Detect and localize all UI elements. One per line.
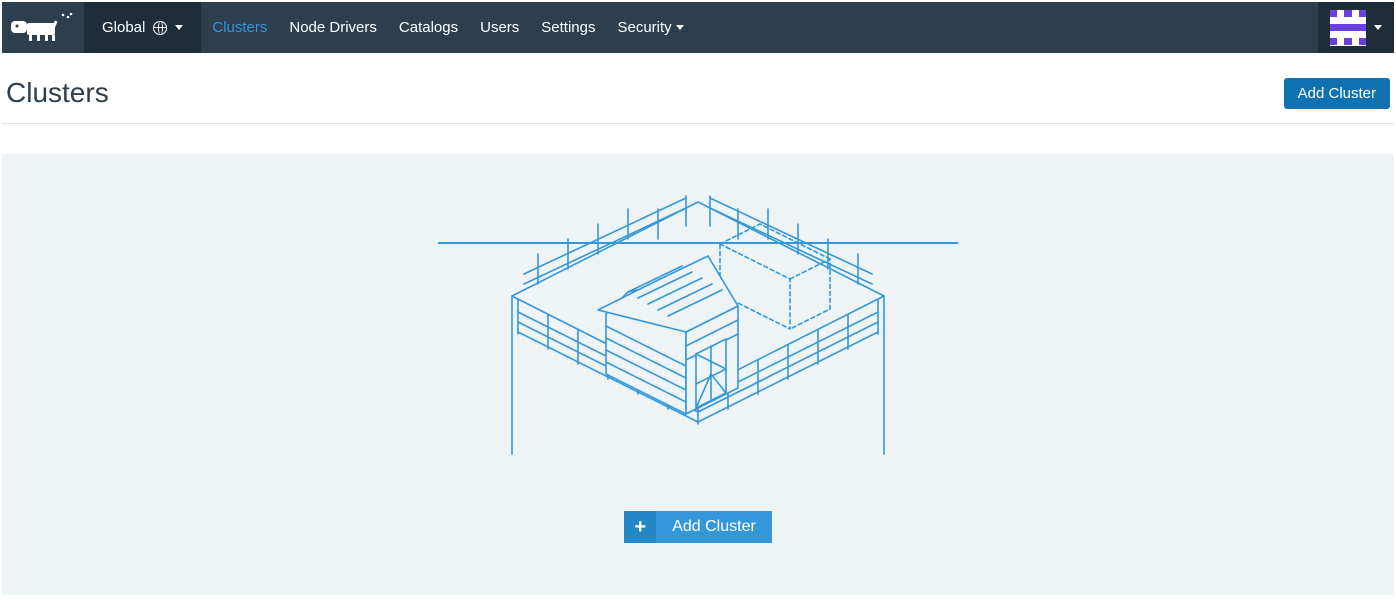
add-cluster-cta-label: Add Cluster (656, 511, 772, 543)
brand-logo[interactable] (2, 2, 84, 53)
add-cluster-cta[interactable]: + Add Cluster (624, 511, 772, 543)
navbar: Global Clusters Node Drivers Catalogs Us… (2, 2, 1394, 53)
chevron-down-icon (175, 25, 183, 30)
empty-state-panel: + Add Cluster (2, 154, 1394, 595)
empty-state-illustration (438, 194, 958, 474)
plus-icon: + (624, 511, 656, 543)
nav-item-clusters[interactable]: Clusters (201, 2, 278, 53)
user-menu[interactable] (1318, 2, 1394, 53)
nav-item-label: Security (617, 19, 671, 36)
nav-item-label: Catalogs (399, 19, 458, 36)
nav-item-label: Clusters (212, 19, 267, 36)
nav-item-label: Node Drivers (289, 19, 377, 36)
nav-item-security[interactable]: Security (606, 2, 694, 53)
add-cluster-button[interactable]: Add Cluster (1284, 78, 1390, 109)
nav-item-settings[interactable]: Settings (530, 2, 606, 53)
chevron-down-icon (1374, 25, 1382, 30)
nav-item-users[interactable]: Users (469, 2, 530, 53)
chevron-down-icon (676, 25, 684, 30)
avatar (1330, 10, 1366, 46)
scope-label: Global (102, 19, 145, 36)
nav-item-node-drivers[interactable]: Node Drivers (278, 2, 388, 53)
cow-logo-icon (11, 13, 75, 43)
nav-item-catalogs[interactable]: Catalogs (388, 2, 469, 53)
nav-item-label: Settings (541, 19, 595, 36)
nav-item-label: Users (480, 19, 519, 36)
globe-icon (153, 21, 167, 35)
scope-selector[interactable]: Global (84, 2, 201, 53)
page-title: Clusters (6, 77, 109, 109)
nav-items: Clusters Node Drivers Catalogs Users Set… (201, 2, 694, 53)
page-header: Clusters Add Cluster (2, 53, 1394, 124)
